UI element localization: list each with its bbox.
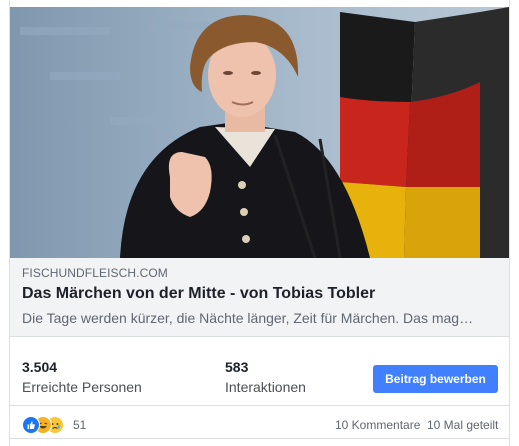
boost-post-button[interactable]: Beitrag bewerben [373, 365, 498, 393]
reach-label: Erreichte Personen [22, 379, 142, 395]
like-icon [22, 416, 40, 434]
link-description: Die Tage werden kürzer, die Nächte länge… [22, 310, 474, 326]
reach-value: 3.504 [22, 359, 58, 375]
shares-count-link[interactable]: 10 Mal geteilt [427, 418, 498, 432]
post-insights: 3.504 Erreichte Personen 583 Interaktion… [10, 337, 509, 406]
divider [10, 438, 509, 439]
link-title[interactable]: Das Märchen von der Mitte - von Tobias T… [22, 285, 375, 303]
comments-count-link[interactable]: 10 Kommentare [335, 418, 420, 432]
interactions-label: Interaktionen [225, 379, 306, 395]
speaker-photo-image [10, 7, 509, 258]
link-image[interactable] [10, 7, 509, 258]
link-domain: FISCHUNDFLEISCH.COM [22, 266, 168, 280]
link-preview[interactable]: FISCHUNDFLEISCH.COM Das Märchen von der … [10, 258, 509, 337]
reaction-count[interactable]: 51 [73, 418, 86, 432]
interactions-value: 583 [225, 359, 249, 375]
post-card: FISCHUNDFLEISCH.COM Das Märchen von der … [9, 0, 510, 446]
